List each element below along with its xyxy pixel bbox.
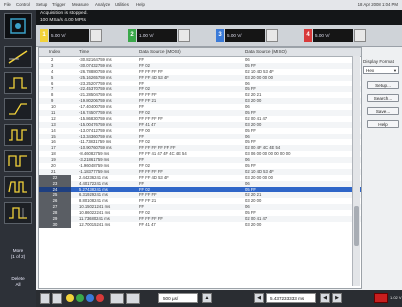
channel-3-dot-icon[interactable] — [86, 294, 94, 302]
zoom-tool-icon[interactable] — [4, 46, 32, 68]
table-row[interactable]: 30 12.70015241 ms FF 41 47 03 20 00 — [39, 221, 361, 228]
header-miso[interactable]: Data Source (MISO) — [245, 49, 287, 54]
menu-utilities[interactable]: Utilities — [115, 2, 129, 7]
serial-decode-table: Index Time Data Source (MOSI) Data Sourc… — [38, 47, 362, 289]
delay-step-right-button[interactable]: ▶ — [332, 293, 342, 303]
menu-measure[interactable]: Measure — [72, 2, 89, 7]
delete-all-sub: All — [15, 282, 21, 287]
display-format-select[interactable]: Hex ▼ — [363, 66, 399, 74]
zoom-in-icon[interactable] — [52, 293, 62, 304]
miso-cell: 03 20 00 — [245, 221, 262, 227]
channel-1-knob[interactable] — [90, 29, 102, 42]
math-icon[interactable] — [110, 293, 124, 304]
search-button[interactable]: Search... — [367, 94, 399, 102]
time-per-div-field[interactable]: 500 µs/ — [158, 293, 198, 303]
save-button[interactable]: Save... — [367, 107, 399, 115]
channel-1-number: 1 — [40, 29, 48, 42]
channel-3-scale[interactable]: 5.00 V/ — [225, 29, 265, 42]
date-time: 18 Apr 2008 1:04 PM — [357, 2, 398, 7]
channel-3-knob[interactable] — [266, 29, 278, 42]
menu-trigger[interactable]: Trigger — [52, 2, 65, 7]
time-increase-button[interactable]: ▲ — [202, 293, 212, 303]
channel-3-number: 3 — [216, 29, 224, 42]
channel-4-knob[interactable] — [354, 29, 366, 42]
frequency-icon[interactable] — [4, 176, 32, 198]
bottom-toolbar: 500 µs/ ▲ ◀ 5.437233333 ms ◀ ▶ 1.02 V — [36, 290, 402, 307]
time-cell: 12.70015241 ms — [79, 221, 111, 227]
zoom-out-icon[interactable] — [40, 293, 50, 304]
header-time[interactable]: Time — [79, 49, 89, 54]
channel-2-knob[interactable] — [178, 29, 190, 42]
channel-bar: 1 5.00 V/ 2 1.00 V/ 3 5.00 V/ 4 5.00 V/ — [36, 25, 402, 47]
more-page-label: (1 of 2) — [10, 254, 26, 259]
channel-4-dot-icon[interactable] — [96, 294, 104, 302]
left-toolbar: More (1 of 2) Delete All — [0, 10, 36, 307]
display-format-label: Display Format — [363, 59, 394, 64]
index-cell: 30 — [39, 221, 71, 228]
table-scrollbar[interactable] — [352, 56, 360, 286]
channel-1-scale[interactable]: 5.00 V/ — [49, 29, 89, 42]
menu-analyze[interactable]: Analyze — [95, 2, 110, 7]
delay-step-left-button[interactable]: ◀ — [320, 293, 330, 303]
table-body: 2 -30.82164759 ms FF 06 3 -30.07432759 ms FF 0… — [39, 57, 361, 228]
channel-1-dot-icon[interactable] — [66, 294, 74, 302]
menu-file[interactable]: File — [4, 2, 11, 7]
channel-4-scale[interactable]: 5.00 V/ — [313, 29, 353, 42]
period-measure-icon[interactable] — [4, 124, 32, 146]
setup-button[interactable]: Setup... — [367, 81, 399, 89]
run-stop-indicator[interactable] — [374, 293, 388, 303]
menu-control[interactable]: Control — [16, 2, 30, 7]
amplitude-icon[interactable] — [4, 202, 32, 224]
trigger-level: 1.02 V — [390, 295, 402, 300]
chevron-down-icon: ▼ — [393, 68, 397, 73]
status-line-2: 100 MSa/s 4.00 MPts — [40, 18, 86, 23]
display-format-value: Hex — [366, 68, 375, 73]
memory-icon[interactable] — [126, 293, 140, 304]
acquisition-status: Acquisition is stopped. 100 MSa/s 4.00 M… — [36, 10, 402, 25]
pulse-measure-icon[interactable] — [4, 72, 32, 94]
scope-logo-icon — [4, 13, 32, 39]
mosi-cell: FF 41 47 — [139, 221, 156, 227]
menu-help[interactable]: Help — [136, 2, 145, 7]
scrollbar-thumb[interactable] — [354, 206, 359, 246]
channel-2-scale[interactable]: 1.00 V/ — [137, 29, 177, 42]
channel-2-number: 2 — [128, 29, 136, 42]
status-line-1: Acquisition is stopped. — [40, 11, 88, 16]
channel-4-number: 4 — [304, 29, 312, 42]
time-position-field[interactable]: 5.437233333 ms — [266, 293, 316, 303]
rise-time-icon[interactable] — [4, 98, 32, 120]
delay-decrease-button[interactable]: ◀ — [254, 293, 264, 303]
right-panel: Display Format Hex ▼ Setup... Search... … — [361, 47, 402, 287]
header-mosi[interactable]: Data Source (MOSI) — [139, 49, 181, 54]
menu-setup[interactable]: Setup — [36, 2, 47, 7]
duty-cycle-icon[interactable] — [4, 150, 32, 172]
header-index[interactable]: Index — [49, 49, 60, 54]
channel-2-dot-icon[interactable] — [76, 294, 84, 302]
help-button[interactable]: Help — [367, 120, 399, 128]
table-header: Index Time Data Source (MOSI) Data Sourc… — [39, 48, 361, 57]
